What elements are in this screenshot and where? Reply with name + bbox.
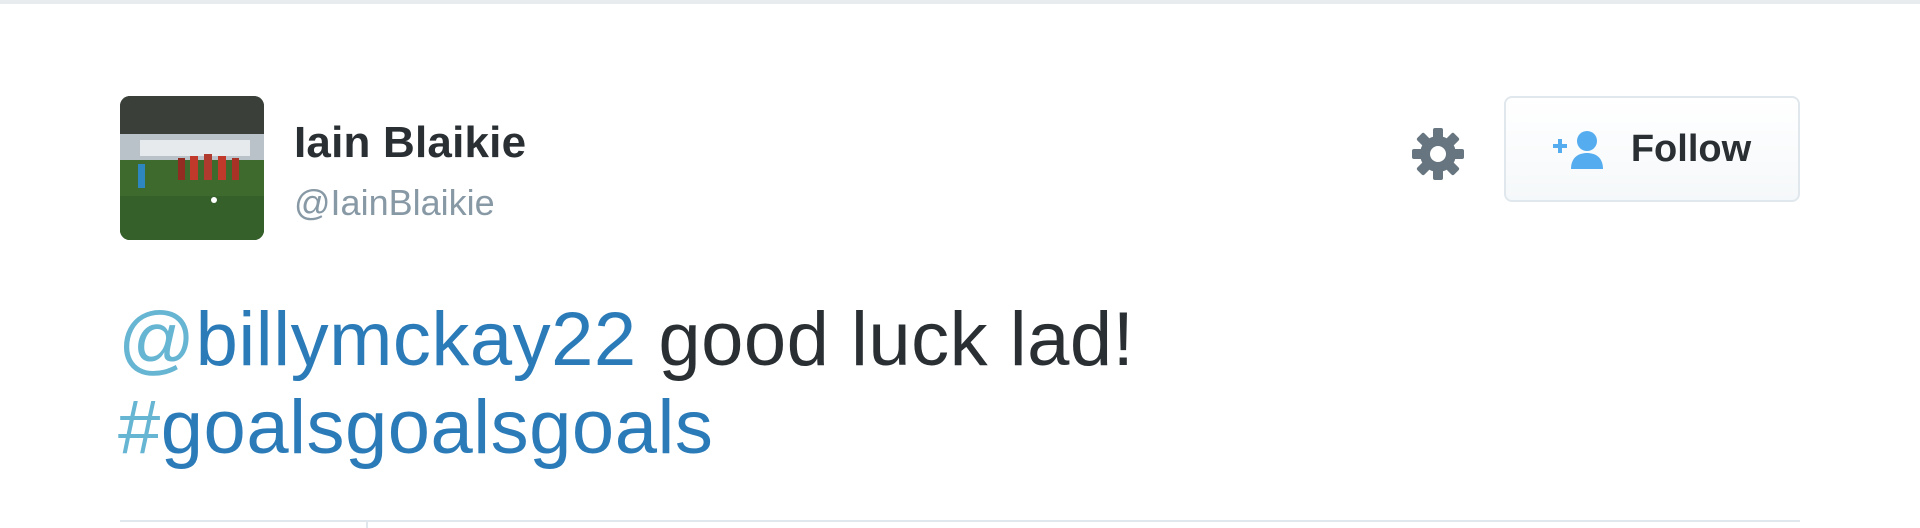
author-display-name[interactable]: Iain Blaikie (294, 118, 526, 168)
follow-button-label: Follow (1630, 127, 1752, 170)
bottom-divider (120, 520, 1800, 522)
mention-link[interactable]: @billymckay22 (118, 297, 637, 382)
tweet-body: good luck lad! (636, 297, 1135, 382)
bottom-divider-tick (366, 520, 368, 528)
gear-icon[interactable] (1410, 126, 1466, 182)
follow-button[interactable]: Follow (1504, 96, 1800, 202)
mention-symbol: @ (118, 297, 196, 382)
add-user-icon (1552, 131, 1603, 169)
tweet-text: @billymckay22 good luck lad! #goalsgoals… (118, 296, 1818, 472)
mention-name: billymckay22 (195, 297, 637, 382)
avatar-image (120, 96, 264, 240)
hashtag-symbol: # (118, 385, 161, 470)
avatar[interactable] (120, 96, 264, 240)
top-divider (0, 0, 1920, 4)
author-screen-name[interactable]: @IainBlaikie (294, 182, 495, 224)
hashtag-name: goalsgoalsgoals (160, 385, 714, 470)
hashtag-link[interactable]: #goalsgoalsgoals (118, 385, 713, 470)
